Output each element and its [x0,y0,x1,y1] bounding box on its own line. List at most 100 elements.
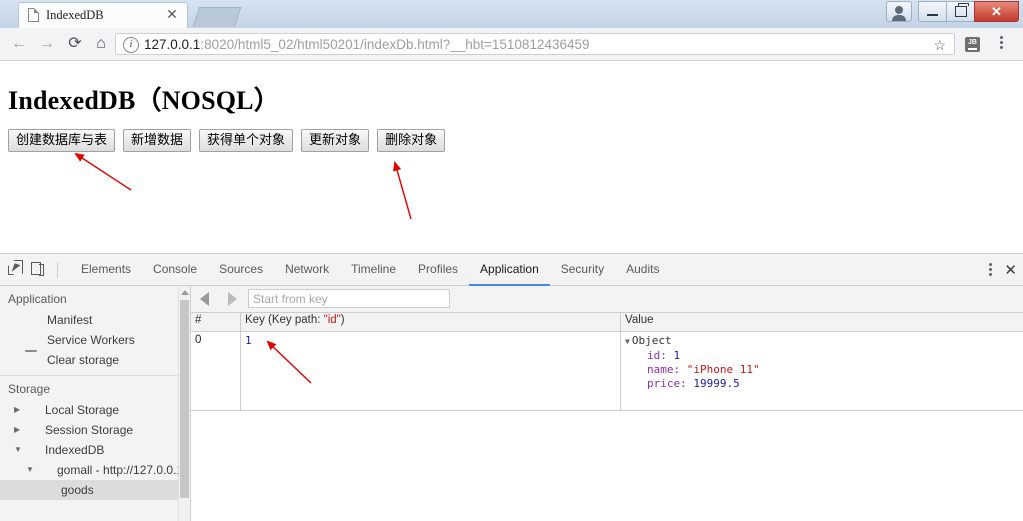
devtools-close-icon[interactable]: ✕ [1004,263,1017,278]
chevron-right-icon[interactable]: ▶ [14,403,23,417]
action-button-row: 创建数据库与表 新增数据 获得单个对象 更新对象 删除对象 [8,129,446,152]
scroll-up-arrow-icon[interactable] [181,290,189,295]
home-button[interactable]: ⌂ [90,34,112,54]
objectstore-toolbar [191,286,1023,313]
tab-audits[interactable]: Audits [615,254,670,286]
minimize-button[interactable] [918,1,947,22]
previous-page-button[interactable] [200,292,209,306]
devtools-tabbar: Elements Console Sources Network Timelin… [0,254,1023,286]
window-controls: ✕ [886,1,1019,23]
tab-timeline[interactable]: Timeline [340,254,407,286]
objectstore-view: # Key (Key path: "id") Value 0 1 ▼Object [191,286,1023,521]
devtools-tab-list: Elements Console Sources Network Timelin… [70,254,670,286]
address-bar[interactable]: i 127.0.0.1:8020/html5_02/html50201/inde… [115,33,955,55]
object-property: id: 1 [625,349,1019,363]
chevron-down-icon[interactable]: ▼ [625,337,630,346]
sidebar-item-session-storage[interactable]: ▶ Session Storage [0,420,190,440]
create-db-button[interactable]: 创建数据库与表 [8,129,116,152]
page-favicon-icon [28,8,39,22]
browser-chrome: IndexedDB ✕ ✕ ← → ⟳ ⌂ i 127.0.0.1:8020/h… [0,0,1023,61]
object-label: Object [631,334,672,347]
column-header-value: Value [625,314,654,326]
tab-network[interactable]: Network [274,254,340,286]
forward-button[interactable]: → [36,34,58,54]
sidebar-item-clear-storage[interactable]: Clear storage [0,350,190,370]
extension-icon[interactable]: JB [965,37,980,52]
restore-icon [954,3,969,17]
tab-profiles[interactable]: Profiles [407,254,469,286]
sidebar-item-local-storage[interactable]: ▶ Local Storage [0,400,190,420]
object-property: price: 19999.5 [625,377,1019,391]
objectstore-table: # Key (Key path: "id") Value 0 1 ▼ Object [191,313,1023,521]
add-data-button[interactable]: 新增数据 [123,129,192,152]
url-path: :8020/html5_02/html50201/indexDb.html?__… [200,37,590,52]
chevron-down-icon[interactable]: ▼ [26,463,35,477]
sidebar-item-label: goods [61,483,94,497]
tab-console[interactable]: Console [142,254,208,286]
table-icon [24,423,40,437]
table-header-row: # Key (Key path: "id") Value [191,313,1023,332]
devtools-menu-button[interactable] [989,262,993,278]
kebab-dot [989,267,993,271]
table-row[interactable]: 0 1 ▼ Object id: 1 name: "iPhone 11" pri… [191,332,1023,411]
tab-application[interactable]: Application [469,254,550,286]
browser-tab-indexeddb[interactable]: IndexedDB ✕ [18,2,188,28]
url-host: 127.0.0.1 [144,37,201,52]
sidebar-item-label: Manifest [47,313,93,327]
kebab-dot [989,262,993,266]
row-value-cell[interactable]: ▼Object id: 1 name: "iPhone 11" price: [621,332,1023,410]
start-from-key-input[interactable] [248,289,450,308]
sidebar-item-service-workers[interactable]: Service Workers [0,330,190,350]
chevron-down-icon[interactable]: ▼ [14,443,23,457]
page-title: IndexedDB（NOSQL） [8,86,280,115]
close-icon[interactable]: ✕ [165,7,179,21]
gear-icon [26,333,42,347]
sidebar-item-goods-objectstore[interactable]: goods [0,480,190,500]
devtools-body: Application Manifest Service Workers Cle… [0,286,1023,521]
address-bar-url: 127.0.0.1:8020/html5_02/html50201/indexD… [144,36,590,54]
column-header-key-text: Key (Key path: [245,314,324,326]
document-icon [26,313,42,327]
sidebar-item-manifest[interactable]: Manifest [0,310,190,330]
database-icon [36,463,52,477]
column-header-key: Key (Key path: "id") [241,313,621,331]
sidebar-scrollbar[interactable] [178,286,190,521]
next-page-button[interactable] [228,292,237,306]
database-icon [24,443,40,457]
table-icon [24,403,40,417]
minimize-icon [927,14,938,16]
close-window-button[interactable]: ✕ [974,1,1019,22]
property-name: id: [647,349,667,362]
sidebar-item-gomall-database[interactable]: ▼ gomall - http://127.0.0.1 [0,460,190,480]
sidebar-item-indexeddb[interactable]: ▼ IndexedDB [0,440,190,460]
kebab-dot [1000,46,1003,49]
device-toolbar-icon[interactable] [31,261,45,276]
close-window-icon: ✕ [991,3,1002,19]
chevron-right-icon[interactable]: ▶ [14,423,23,437]
kebab-dot [989,272,993,276]
back-button[interactable]: ← [8,34,30,54]
scrollbar-thumb[interactable] [180,300,189,498]
site-info-icon[interactable]: i [123,37,139,53]
chrome-menu-button[interactable] [1000,36,1004,51]
tab-elements[interactable]: Elements [70,254,142,286]
row-key-cell[interactable]: 1 [241,332,621,410]
tab-security[interactable]: Security [550,254,615,286]
delete-object-button[interactable]: 删除对象 [377,129,446,152]
devtools-tool-icons [8,260,45,276]
kebab-dot [1000,36,1003,39]
kebab-dot [1000,41,1003,44]
restore-button[interactable] [946,1,975,22]
tab-title: IndexedDB [46,8,104,22]
reload-button[interactable]: ⟳ [64,34,86,54]
object-expander[interactable]: ▼ Object [625,334,1019,349]
update-object-button[interactable]: 更新对象 [301,129,370,152]
user-account-button[interactable] [886,1,912,22]
get-object-button[interactable]: 获得单个对象 [199,129,294,152]
inspect-element-icon[interactable] [8,260,23,275]
new-tab-button[interactable] [192,7,242,27]
bookmark-star-icon[interactable]: ☆ [933,36,946,54]
tab-sources[interactable]: Sources [208,254,274,286]
window-titlebar: IndexedDB ✕ ✕ [0,0,1023,29]
devtools-toolbar-right: ✕ [989,254,1017,286]
